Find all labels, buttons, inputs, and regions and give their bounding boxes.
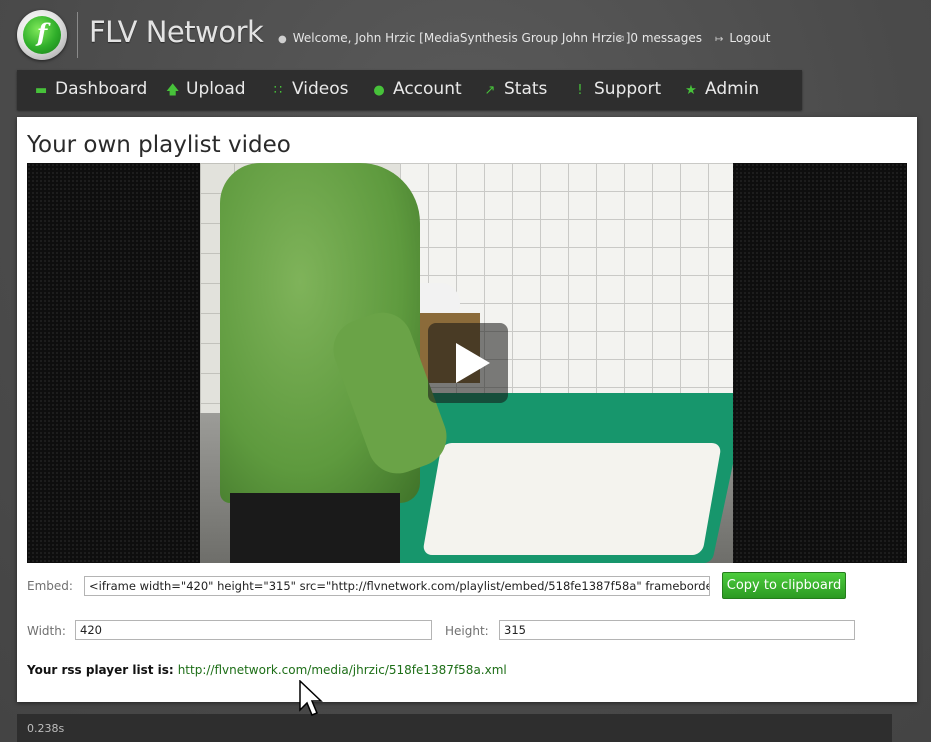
nav-stats[interactable]: ↗ Stats	[484, 70, 548, 110]
nav-upload[interactable]: 🡅 Upload	[166, 70, 246, 110]
nav-support[interactable]: ! Support	[574, 70, 661, 110]
width-label: Width:	[27, 624, 66, 638]
logout-icon: ↦	[715, 34, 724, 45]
logo[interactable]: f	[17, 10, 67, 60]
exclamation-icon: !	[577, 83, 583, 98]
play-button[interactable]	[428, 323, 508, 403]
envelope-icon: ✉	[616, 34, 625, 45]
nav-dashboard[interactable]: ▬ Dashboard	[35, 70, 147, 110]
height-label: Height:	[445, 624, 489, 638]
embed-label: Embed:	[27, 579, 73, 593]
rss-label: Your rss player list is:	[27, 663, 174, 677]
logout-link[interactable]: ↦ Logout	[715, 31, 770, 45]
logo-divider	[77, 12, 78, 58]
page-timing: 0.238s	[27, 722, 65, 735]
rss-link[interactable]: http://flvnetwork.com/media/jhrzic/518fe…	[178, 663, 507, 677]
copy-to-clipboard-button[interactable]: Copy to clipboard	[722, 572, 846, 599]
width-field[interactable]: 420	[75, 620, 432, 640]
user-icon: ●	[278, 34, 287, 45]
dashboard-icon: ▬	[35, 83, 48, 98]
video-player[interactable]	[27, 163, 907, 563]
nav-videos[interactable]: ∷ Videos	[272, 70, 349, 110]
star-icon: ★	[685, 83, 697, 98]
chart-icon: ↗	[484, 83, 496, 98]
embed-code-field[interactable]: <iframe width="420" height="315" src="ht…	[84, 576, 710, 596]
main-nav: ▬ Dashboard 🡅 Upload ∷ Videos ● Account ↗ Sta…	[17, 70, 802, 110]
grid-icon: ∷	[273, 83, 283, 98]
brand-name: FLV Network	[89, 15, 264, 49]
welcome-text: ● Welcome, John Hrzic [MediaSynthesis Gro…	[278, 31, 631, 45]
footer: 0.238s	[17, 714, 892, 742]
rss-line: Your rss player list is: http://flvnetwor…	[27, 663, 507, 677]
height-field[interactable]: 315	[499, 620, 855, 640]
arrow-up-icon: 🡅	[166, 83, 180, 98]
mouse-cursor-icon	[299, 680, 323, 716]
logo-letter: f	[36, 18, 48, 47]
page-title: Your own playlist video	[27, 132, 291, 158]
user-icon: ●	[373, 83, 385, 98]
content-panel: Your own playlist video Embed: <iframe w…	[17, 117, 917, 702]
messages-link[interactable]: ✉ 0 messages	[616, 31, 702, 45]
nav-admin[interactable]: ★ Admin	[685, 70, 759, 110]
nav-account[interactable]: ● Account	[373, 70, 461, 110]
